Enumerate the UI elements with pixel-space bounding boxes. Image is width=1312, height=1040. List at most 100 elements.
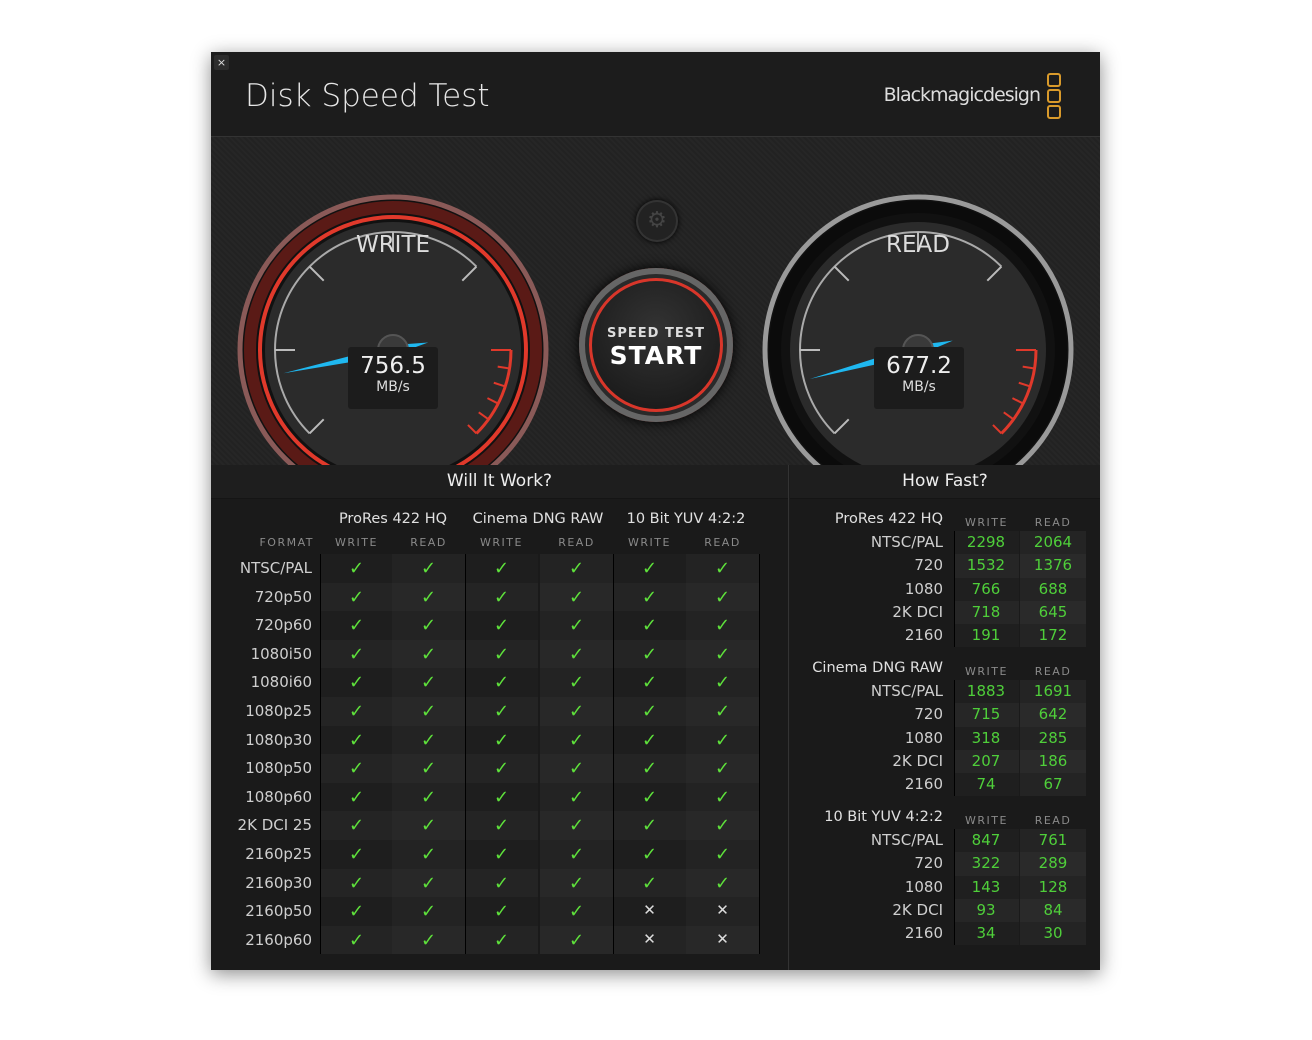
read-fps-value: 688 xyxy=(1038,579,1068,598)
resolution-label: NTSC/PAL xyxy=(870,682,943,700)
title-bar: Disk Speed Test Blackmagicdesign xyxy=(211,52,1100,137)
write-fps-value: 847 xyxy=(971,831,1001,849)
check-icon: ✓ xyxy=(420,758,437,780)
check-icon: ✓ xyxy=(568,815,585,837)
check-icon: ✓ xyxy=(420,901,437,923)
read-fps-value: 172 xyxy=(1038,626,1068,645)
read-fps-value: 67 xyxy=(1043,775,1063,794)
check-icon: ✓ xyxy=(641,872,658,894)
check-icon: ✓ xyxy=(348,786,365,808)
check-icon: ✓ xyxy=(420,643,437,665)
read-fps-value: 30 xyxy=(1043,924,1063,943)
section-title: 10 Bit YUV 4:2:2 xyxy=(824,809,943,825)
check-icon: ✓ xyxy=(420,729,437,751)
check-icon: ✓ xyxy=(641,643,658,665)
read-fps-value: 289 xyxy=(1038,854,1068,873)
sub-header: WRITE xyxy=(335,536,378,549)
column-divider xyxy=(759,554,760,955)
settings-button[interactable]: ⚙ xyxy=(636,200,678,242)
check-icon: ✓ xyxy=(493,586,510,608)
start-button-label: START xyxy=(609,341,703,370)
format-label: 2K DCI 25 xyxy=(237,816,312,835)
check-icon: ✓ xyxy=(641,786,658,808)
check-icon: ✓ xyxy=(348,615,365,637)
check-icon: ✓ xyxy=(714,643,731,665)
start-button[interactable]: SPEED TEST START xyxy=(579,268,733,422)
check-icon: ✓ xyxy=(641,844,658,865)
resolution-label: NTSC/PAL xyxy=(870,831,943,849)
check-icon: ✓ xyxy=(568,672,585,694)
write-fps-value: 318 xyxy=(971,728,1001,747)
sub-header: READ xyxy=(558,536,595,549)
check-icon: ✓ xyxy=(493,758,510,780)
check-icon: ✓ xyxy=(714,786,731,808)
check-icon: ✓ xyxy=(641,815,658,837)
write-fps-value: 34 xyxy=(976,924,996,943)
read-fps-value: 1691 xyxy=(1033,682,1073,700)
read-fps-value: 642 xyxy=(1038,705,1068,724)
write-header: WRITE xyxy=(965,814,1008,827)
check-icon: ✓ xyxy=(348,844,365,865)
format-column-header: FORMAT xyxy=(259,536,314,549)
check-icon: ✓ xyxy=(420,701,437,722)
check-icon: ✓ xyxy=(348,815,365,837)
check-icon: ✓ xyxy=(348,729,365,751)
check-icon: ✓ xyxy=(420,786,437,808)
resolution-label: 2160 xyxy=(904,924,943,943)
how-fast-panel: How Fast? ProRes 422 HQ WRITE READ NTSC/PAL… xyxy=(790,465,1100,970)
write-fps-value: 715 xyxy=(971,705,1001,724)
check-icon: ✓ xyxy=(641,729,658,751)
column-divider xyxy=(465,554,466,955)
sub-header: READ xyxy=(704,536,741,549)
check-icon: ✓ xyxy=(568,786,585,808)
write-gauge-readout: 756.5 MB/s xyxy=(348,347,438,409)
write-fps-value: 74 xyxy=(976,775,996,794)
check-icon: ✓ xyxy=(568,901,585,923)
write-speed-unit: MB/s xyxy=(376,379,410,395)
write-fps-value: 93 xyxy=(976,900,996,919)
gear-icon: ⚙ xyxy=(647,208,667,233)
read-fps-value: 645 xyxy=(1038,602,1068,621)
write-fps-value: 207 xyxy=(971,751,1001,770)
check-icon: ✓ xyxy=(714,558,731,579)
check-icon: ✓ xyxy=(641,701,658,722)
resolution-label: 1080 xyxy=(904,579,943,598)
check-icon: ✓ xyxy=(493,615,510,637)
check-icon: ✓ xyxy=(568,558,585,579)
format-label: 2160p30 xyxy=(245,873,312,892)
read-header: READ xyxy=(1034,814,1072,827)
check-icon: ✓ xyxy=(568,729,585,751)
check-icon: ✓ xyxy=(493,643,510,665)
check-icon: ✓ xyxy=(420,558,437,579)
will-it-work-panel: Will It Work? ProRes 422 HQ Cinema DNG RA… xyxy=(211,465,789,970)
check-icon: ✓ xyxy=(493,729,510,751)
check-icon: ✓ xyxy=(568,643,585,665)
app-title: Disk Speed Test xyxy=(245,78,490,114)
format-label: 1080p25 xyxy=(245,702,312,720)
cross-icon: ✕ xyxy=(716,901,729,920)
read-fps-value: 761 xyxy=(1038,831,1068,849)
check-icon: ✓ xyxy=(568,701,585,722)
check-icon: ✓ xyxy=(714,758,731,780)
format-label: 1080p60 xyxy=(245,787,312,806)
read-fps-value: 186 xyxy=(1038,751,1068,770)
resolution-label: 2160 xyxy=(904,626,943,645)
sub-header: WRITE xyxy=(480,536,523,549)
resolution-label: 2K DCI xyxy=(892,751,943,770)
check-icon: ✓ xyxy=(568,844,585,865)
check-icon: ✓ xyxy=(348,872,365,894)
close-button[interactable]: × xyxy=(214,55,229,70)
check-icon: ✓ xyxy=(714,815,731,837)
check-icon: ✓ xyxy=(493,701,510,722)
check-icon: ✓ xyxy=(493,672,510,694)
resolution-label: 1080 xyxy=(904,877,943,896)
check-icon: ✓ xyxy=(493,901,510,923)
format-label: 720p50 xyxy=(254,587,312,606)
check-icon: ✓ xyxy=(714,729,731,751)
check-icon: ✓ xyxy=(493,558,510,579)
check-icon: ✓ xyxy=(348,701,365,722)
check-icon: ✓ xyxy=(420,872,437,894)
read-fps-value: 1376 xyxy=(1033,556,1073,575)
read-header: READ xyxy=(1034,516,1072,529)
format-label: 1080p50 xyxy=(245,759,312,778)
